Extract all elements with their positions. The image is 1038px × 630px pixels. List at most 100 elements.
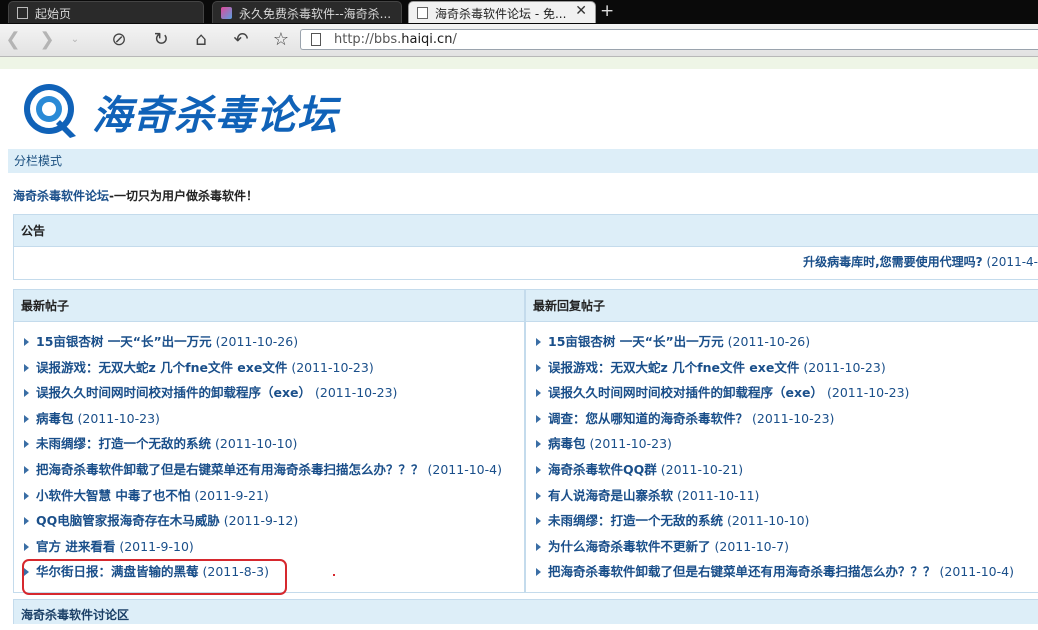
notice-date: (2011-4- [986,255,1038,269]
forum-section-title: 海奇杀毒软件讨论区 [13,599,1038,624]
bullet-arrow-icon [24,491,29,500]
latest-posts-title: 最新帖子 [14,290,524,322]
post-date: (2011-10-23) [77,410,160,426]
post-date: (2011-10-10) [727,513,810,529]
latest-replies-panel: 最新回复帖子 15亩银杏树 一天“长”出一万元 (2011-10-26) 误报游戏… [525,289,1038,593]
list-item: 误报游戏：无双大蛇z 几个fne文件 exe文件 (2011-10-23) [536,355,1038,381]
bullet-arrow-icon [24,338,29,346]
post-title-link[interactable]: 误报久久时间网时间校对插件的卸载程序（exe） [548,385,823,400]
list-item: 误报久久时间网时间校对插件的卸载程序（exe） (2011-10-23) [24,380,524,406]
post-title-link[interactable]: 官方 进来看看 [36,539,115,554]
bullet-arrow-icon [536,440,541,449]
browser-toolbar: ❮ ❯ ⌄ ⊘ ↻ ⌂ ↶ ☆ http://bbs.haiqi.cn/ [0,24,1038,57]
post-date: (2011-10-21) [660,461,744,477]
post-date: (2011-10-4) [939,564,1014,580]
forward-button[interactable]: ❯ [36,29,58,51]
forum-home-link[interactable]: 海奇杀毒软件论坛 [13,189,109,203]
stop-button[interactable]: ⊘ [108,29,130,51]
page-top-strip [0,57,1038,69]
tab-bar: 起始页 永久免费杀毒软件--海奇杀... 海奇杀毒软件论坛 - 免... ✕ + [0,0,1038,24]
page-icon [417,7,428,19]
post-title-link[interactable]: 误报游戏：无双大蛇z 几个fne文件 exe文件 [548,360,799,375]
post-title-link[interactable]: 误报游戏：无双大蛇z 几个fne文件 exe文件 [36,360,287,375]
list-item: 未雨绸缪：打造一个无敌的系统 (2011-10-10) [536,508,1038,534]
dropdown-chevron-icon[interactable]: ⌄ [64,29,86,51]
post-title-link[interactable]: 把海奇杀毒软件卸载了但是右键菜单还有用海奇杀毒扫描怎么办？？？ [548,564,936,579]
slogan-text: -一切只为用户做杀毒软件！ [109,189,258,203]
new-tab-button[interactable]: + [600,1,614,21]
tab-haiqi-home[interactable]: 永久免费杀毒软件--海奇杀... [212,1,402,23]
list-item: 小软件大智慧 中毒了也不怕 (2011-9-21) [24,483,524,509]
view-mode-bar: 分栏模式 [8,149,1038,173]
post-date: (2011-10-10) [215,436,298,452]
bullet-arrow-icon [536,338,541,346]
latest-replies-list: 15亩银杏树 一天“长”出一万元 (2011-10-26) 误报游戏：无双大蛇z … [526,322,1038,585]
back-button[interactable]: ❮ [2,29,24,51]
post-columns: 最新帖子 15亩银杏树 一天“长”出一万元 (2011-10-26) 误报游戏：无… [13,289,1038,593]
site-logo-text[interactable]: 海奇杀毒论坛 [92,83,338,141]
tab-haiqi-forum[interactable]: 海奇杀毒软件论坛 - 免... ✕ [408,1,596,23]
bullet-arrow-icon [536,542,541,551]
bullet-arrow-icon [536,465,541,474]
site-slogan: 海奇杀毒软件论坛-一切只为用户做杀毒软件！ [13,187,258,204]
tab-label: 起始页 [35,7,72,21]
post-date: (2011-10-23) [752,410,835,426]
haiqi-logo-icon [24,84,76,138]
bullet-arrow-icon [536,414,541,423]
post-date: (2011-10-23) [291,359,374,375]
post-title-link[interactable]: 海奇杀毒软件QQ群 [548,462,657,477]
post-title-link[interactable]: 有人说海奇是山寨杀软 [548,488,673,503]
post-date: (2011-10-26) [215,334,299,349]
notice-box: 公告 升级病毒库时,您需要使用代理吗? (2011-4- [13,214,1038,280]
bullet-arrow-icon [24,389,29,398]
undo-icon[interactable]: ↶ [230,29,252,51]
tab-start-page[interactable]: 起始页 [8,1,204,23]
post-title-link[interactable]: 病毒包 [548,436,586,451]
post-date: (2011-10-23) [803,359,886,375]
home-button[interactable]: ⌂ [190,29,212,51]
post-title-link[interactable]: 未雨绸缪：打造一个无敌的系统 [548,513,723,528]
view-mode-link[interactable]: 分栏模式 [14,154,62,168]
post-title-link[interactable]: 为什么海奇杀毒软件不更新了 [548,539,711,554]
post-title-link[interactable]: 病毒包 [36,411,74,426]
notice-title: 公告 [14,215,1038,247]
post-date: (2011-9-12) [223,513,299,529]
notice-item: 升级病毒库时,您需要使用代理吗? (2011-4- [14,247,1038,277]
post-date: (2011-10-26) [727,334,811,349]
post-date: (2011-10-4) [427,461,502,477]
post-title-link[interactable]: QQ电脑管家报海奇存在木马威胁 [36,513,220,528]
list-item: 官方 进来看看 (2011-9-10) [24,534,524,560]
bullet-arrow-icon [24,517,29,526]
address-bar[interactable]: http://bbs.haiqi.cn/ [300,29,1038,50]
post-title-link[interactable]: 调查：您从哪知道的海奇杀毒软件？ [548,411,748,426]
bullet-arrow-icon [536,568,541,577]
url-text: http://bbs.haiqi.cn/ [334,32,457,47]
post-title-link[interactable]: 小软件大智慧 中毒了也不怕 [36,488,190,503]
annotation-dot [333,574,335,576]
tab-label: 海奇杀毒软件论坛 - 免... [435,7,567,21]
bullet-arrow-icon [24,542,29,551]
post-date: (2011-10-23) [315,385,398,401]
list-item: 15亩银杏树 一天“长”出一万元 (2011-10-26) [536,329,1038,355]
bullet-arrow-icon [536,517,541,526]
bullet-arrow-icon [536,389,541,398]
post-title-link[interactable]: 误报久久时间网时间校对插件的卸载程序（exe） [36,385,311,400]
page-icon [311,33,321,46]
list-item: 把海奇杀毒软件卸载了但是右键菜单还有用海奇杀毒扫描怎么办？？？ (2011-10… [24,457,524,483]
list-item: 病毒包 (2011-10-23) [536,431,1038,457]
post-date: (2011-10-23) [589,436,672,452]
highlight-annotation [22,559,287,595]
bookmark-star-icon[interactable]: ☆ [270,29,292,51]
post-title-link[interactable]: 15亩银杏树 一天“长”出一万元 [36,334,212,349]
page-icon [17,7,28,19]
post-title-link[interactable]: 15亩银杏树 一天“长”出一万元 [548,334,724,349]
list-item: QQ电脑管家报海奇存在木马威胁 (2011-9-12) [24,508,524,534]
list-item: 为什么海奇杀毒软件不更新了 (2011-10-7) [536,534,1038,560]
post-title-link[interactable]: 未雨绸缪：打造一个无敌的系统 [36,436,211,451]
list-item: 调查：您从哪知道的海奇杀毒软件？ (2011-10-23) [536,406,1038,432]
close-icon[interactable]: ✕ [575,3,587,19]
notice-link[interactable]: 升级病毒库时,您需要使用代理吗? [803,255,983,269]
post-title-link[interactable]: 把海奇杀毒软件卸载了但是右键菜单还有用海奇杀毒扫描怎么办？？？ [36,462,424,477]
latest-posts-list: 15亩银杏树 一天“长”出一万元 (2011-10-26) 误报游戏：无双大蛇z … [14,322,524,585]
reload-button[interactable]: ↻ [150,29,172,51]
